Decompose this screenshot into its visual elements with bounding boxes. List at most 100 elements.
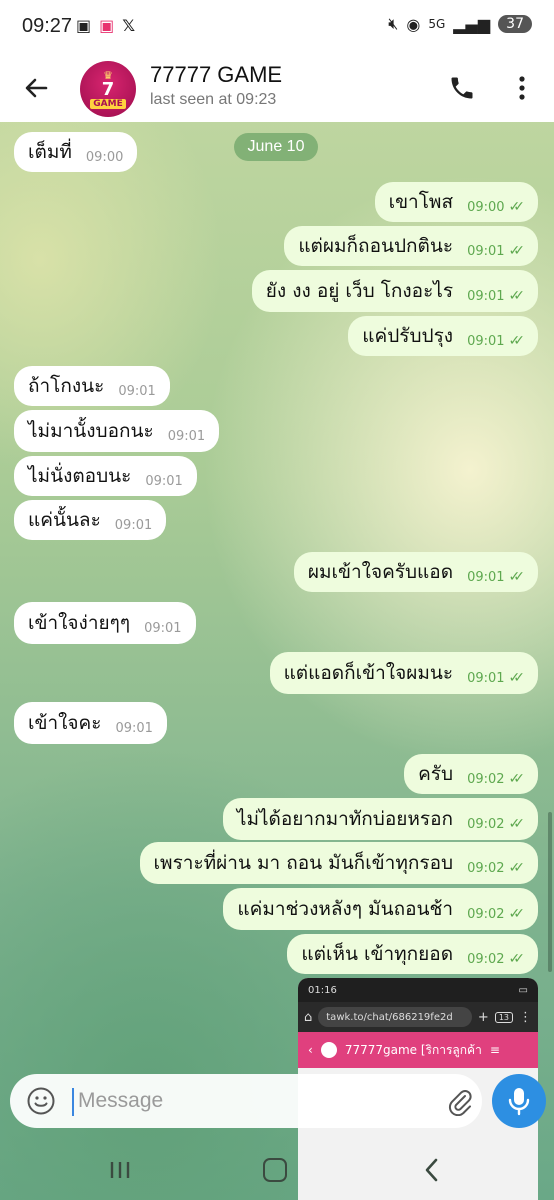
preview-url: tawk.to/chat/686219fe2d bbox=[318, 1007, 472, 1027]
message-time: 09:01 bbox=[467, 288, 505, 304]
back-icon[interactable] bbox=[420, 1158, 444, 1182]
message-time: 09:02 bbox=[467, 771, 505, 787]
double-check-icon: ✓✓ bbox=[508, 333, 526, 349]
5g-icon: 5G bbox=[428, 17, 446, 31]
message-time: 09:02 bbox=[467, 951, 505, 967]
message-time: 09:00 bbox=[467, 199, 505, 215]
preview-time: 01:16 bbox=[308, 984, 337, 996]
preview-battery-icon: ▭ bbox=[518, 984, 528, 996]
double-check-icon: ✓✓ bbox=[508, 243, 526, 259]
message-outgoing[interactable]: แต่ผมก็ถอนปกตินะ 09:01 ✓✓ bbox=[284, 226, 538, 266]
message-time: 09:01 bbox=[467, 670, 505, 686]
phone-icon[interactable] bbox=[448, 74, 476, 102]
status-time: 09:27 bbox=[22, 15, 73, 37]
mute-icon: 🔇︎ bbox=[388, 14, 399, 33]
preview-chat-title: 77777game [ริการลูกค้า bbox=[344, 1042, 482, 1057]
message-outgoing[interactable]: แต่แอดก็เข้าใจผมนะ 09:01 ✓✓ bbox=[269, 652, 538, 694]
message-outgoing[interactable]: เขาโพส 09:00 ✓✓ bbox=[374, 182, 538, 222]
avatar-label: GAME bbox=[90, 98, 126, 109]
message-text: เพราะที่ผ่าน มา ถอน มันก็เข้าทุกรอบ bbox=[153, 852, 454, 874]
message-outgoing[interactable]: แค่ปรับปรุง 09:01 ✓✓ bbox=[348, 316, 538, 356]
message-text: แค่ปรับปรุง bbox=[362, 325, 454, 347]
x-icon: 𝕏 bbox=[122, 16, 136, 35]
message-incoming[interactable]: เข้าใจคะ 09:01 bbox=[14, 702, 167, 744]
preview-home-icon: ⌂ bbox=[304, 1009, 313, 1025]
preview-status-bar: 01:16 ▭ bbox=[298, 978, 538, 1002]
message-time: 09:01 bbox=[467, 243, 505, 259]
text-cursor bbox=[72, 1088, 74, 1116]
message-text: แค่มาช่วงหลังๆ มันถอนช้า bbox=[237, 898, 454, 920]
message-text: แต่เห็น เข้าทุกยอด bbox=[301, 943, 454, 965]
signal-icon: ▂▄▆ bbox=[453, 14, 491, 34]
status-left-icons: ▣ ▣ 𝕏 bbox=[76, 16, 135, 35]
battery-indicator: 37 bbox=[498, 15, 532, 33]
message-text: เข้าใจคะ bbox=[28, 712, 102, 734]
double-check-icon: ✓✓ bbox=[508, 771, 526, 787]
message-outgoing[interactable]: แต่เห็น เข้าทุกยอด 09:02 ✓✓ bbox=[287, 934, 538, 974]
avatar-number: 7 bbox=[101, 78, 115, 100]
double-check-icon: ✓✓ bbox=[508, 906, 526, 922]
preview-plus-icon: + bbox=[477, 1009, 489, 1025]
microphone-button[interactable] bbox=[492, 1074, 546, 1128]
preview-logo bbox=[320, 1042, 337, 1058]
message-outgoing[interactable]: ไม่ได้อยากมาทักบ่อยหรอก 09:02 ✓✓ bbox=[222, 798, 538, 840]
preview-chevron-icon: ‹ bbox=[308, 1043, 313, 1057]
message-text: ยัง งง อยู่ เว็บ โกงอะไร bbox=[265, 280, 454, 302]
hotspot-icon: ◉ bbox=[406, 14, 421, 34]
message-incoming[interactable]: เต็มที่ 09:00 bbox=[14, 132, 138, 172]
message-time: 09:01 bbox=[144, 620, 182, 636]
avatar[interactable]: ♛ 7 GAME bbox=[80, 61, 136, 117]
preview-chat-bar: ‹ 77777game [ริการลูกค้า ≡ bbox=[298, 1032, 538, 1068]
message-text: ครับ bbox=[418, 763, 454, 785]
preview-tab-count: 13 bbox=[494, 1011, 513, 1023]
double-check-icon: ✓✓ bbox=[508, 288, 526, 304]
message-time: 09:01 bbox=[118, 383, 156, 399]
message-time: 09:01 bbox=[115, 720, 153, 736]
message-outgoing[interactable]: แค่มาช่วงหลังๆ มันถอนช้า 09:02 ✓✓ bbox=[223, 888, 538, 930]
message-time: 09:01 bbox=[145, 473, 183, 489]
status-bar: 09:27 ▣ ▣ 𝕏 🔇︎ ◉ 5G ▂▄▆ 37 bbox=[0, 0, 554, 58]
home-icon[interactable] bbox=[263, 1158, 287, 1182]
message-time: 09:01 bbox=[114, 517, 153, 533]
screenshot-icon: ▣ bbox=[76, 16, 92, 35]
preview-menu-icon: ⋮ bbox=[519, 1009, 532, 1025]
message-time: 09:00 bbox=[85, 149, 124, 165]
double-check-icon: ✓✓ bbox=[508, 670, 526, 686]
arrow-left-icon[interactable] bbox=[20, 72, 52, 104]
system-nav-bar bbox=[0, 1140, 554, 1200]
message-incoming[interactable]: ไม่นั่งตอบนะ 09:01 bbox=[14, 456, 197, 496]
message-outgoing[interactable]: เพราะที่ผ่าน มา ถอน มันก็เข้าทุกรอบ 09:0… bbox=[139, 842, 538, 884]
microphone-icon bbox=[508, 1088, 530, 1116]
recents-icon[interactable] bbox=[108, 1160, 132, 1180]
more-vertical-icon[interactable] bbox=[510, 72, 534, 104]
message-incoming[interactable]: เข้าใจง่ายๆๆ 09:01 bbox=[14, 602, 196, 644]
paperclip-icon[interactable] bbox=[444, 1086, 474, 1116]
message-time: 09:01 bbox=[167, 428, 206, 444]
message-incoming[interactable]: ไม่มานั้งบอกนะ 09:01 bbox=[14, 410, 220, 452]
double-check-icon: ✓✓ bbox=[508, 951, 526, 967]
message-text: ไม่นั่งตอบนะ bbox=[28, 465, 132, 487]
message-text: เต็มที่ bbox=[28, 141, 72, 163]
message-composer bbox=[10, 1074, 482, 1128]
scrollbar[interactable] bbox=[548, 812, 552, 972]
status-right-icons: 🔇︎ ◉ 5G ▂▄▆ 37 bbox=[388, 14, 532, 34]
emoji-icon[interactable] bbox=[26, 1086, 56, 1116]
message-outgoing[interactable]: ผมเข้าใจครับแอด 09:01 ✓✓ bbox=[293, 552, 538, 592]
message-time: 09:01 bbox=[467, 569, 505, 585]
message-text: ไม่ได้อยากมาทักบ่อยหรอก bbox=[236, 808, 454, 830]
message-text: ถ้าโกงนะ bbox=[28, 375, 105, 397]
message-incoming[interactable]: ถ้าโกงนะ 09:01 bbox=[14, 366, 170, 406]
message-outgoing[interactable]: ยัง งง อยู่ เว็บ โกงอะไร 09:01 ✓✓ bbox=[251, 270, 538, 312]
message-outgoing[interactable]: ครับ 09:02 ✓✓ bbox=[404, 754, 538, 794]
preview-address-bar: ⌂ tawk.to/chat/686219fe2d + 13 ⋮ bbox=[298, 1002, 538, 1032]
message-time: 09:02 bbox=[467, 816, 505, 832]
chat-title[interactable]: 77777 GAME bbox=[150, 62, 282, 88]
message-input[interactable] bbox=[78, 1086, 378, 1116]
double-check-icon: ✓✓ bbox=[508, 569, 526, 585]
message-incoming[interactable]: แค่นั้นละ 09:01 bbox=[14, 500, 167, 540]
date-separator: June 10 bbox=[234, 133, 318, 161]
app-badge-icon: ▣ bbox=[99, 16, 115, 35]
message-text: ไม่มานั้งบอกนะ bbox=[28, 420, 154, 442]
double-check-icon: ✓✓ bbox=[508, 816, 526, 832]
message-time: 09:01 bbox=[467, 333, 505, 349]
